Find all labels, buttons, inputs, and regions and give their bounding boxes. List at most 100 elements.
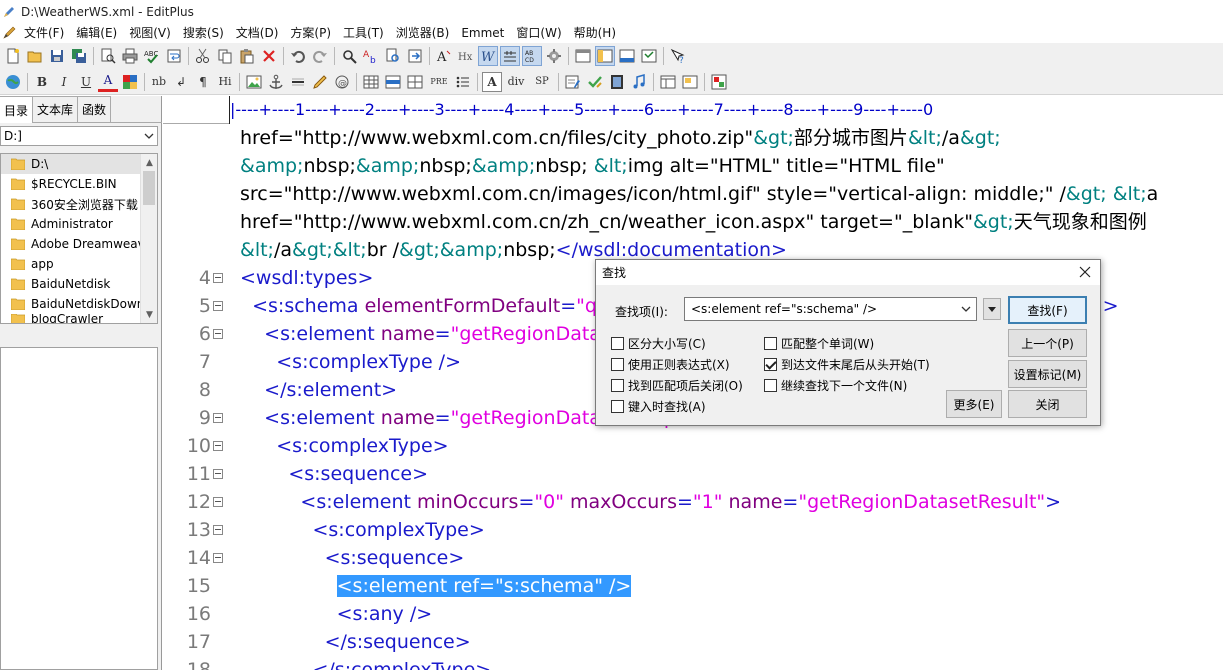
form-icon[interactable] xyxy=(563,72,583,92)
context-help-icon[interactable]: ? xyxy=(668,46,688,66)
paragraph-icon[interactable]: ¶ xyxy=(193,72,213,92)
code-line[interactable]: <s:element name="getRegionDataset"> xyxy=(240,320,654,348)
fold-toggle-icon[interactable] xyxy=(213,301,223,311)
table-icon[interactable] xyxy=(361,72,381,92)
close-on-match-checkbox[interactable]: 找到匹配项后关闭(O) xyxy=(611,377,743,394)
find-button[interactable]: 查找(F) xyxy=(1008,296,1087,324)
fold-toggle-icon[interactable] xyxy=(213,329,223,339)
code-line[interactable]: <s:element ref="s:schema" /> xyxy=(240,572,632,600)
folder-item[interactable]: $RECYCLE.BIN xyxy=(1,174,157,194)
menu-view[interactable]: 视图(V) xyxy=(123,24,177,41)
folder-tree-scrollbar[interactable]: ▲ ▼ xyxy=(140,154,157,323)
horizontal-rule-icon[interactable] xyxy=(288,72,308,92)
more-button[interactable]: 更多(E) xyxy=(946,390,1002,418)
folder-item[interactable]: D:\ xyxy=(1,154,157,174)
open-folder-icon[interactable] xyxy=(25,46,45,66)
replace-icon[interactable]: Ab xyxy=(361,46,381,66)
line-break-icon[interactable]: ↲ xyxy=(171,72,191,92)
code-line[interactable]: <wsdl:types> xyxy=(240,264,373,292)
font-color-icon[interactable]: A xyxy=(98,72,118,92)
scrollbar-thumb[interactable] xyxy=(143,171,155,205)
redo-icon[interactable] xyxy=(310,46,330,66)
menu-help[interactable]: 帮助(H) xyxy=(568,24,622,41)
folder-item[interactable]: Administrator xyxy=(1,214,157,234)
save-icon[interactable] xyxy=(47,46,67,66)
goto-line-icon[interactable] xyxy=(405,46,425,66)
code-line[interactable]: <s:any /> xyxy=(240,600,433,628)
find-what-input[interactable]: <s:element ref="s:schema" /> xyxy=(684,297,977,321)
preformatted-icon[interactable]: PRE xyxy=(427,72,451,92)
cliptext-window-icon[interactable] xyxy=(573,46,593,66)
folder-item[interactable]: blogCrawler xyxy=(1,314,157,323)
regex-helper-button[interactable] xyxy=(983,298,1001,320)
find-icon[interactable] xyxy=(339,46,359,66)
anchor-text-icon[interactable]: A xyxy=(482,71,502,92)
image-icon[interactable] xyxy=(244,72,264,92)
chevron-down-icon[interactable] xyxy=(958,301,974,317)
table-row-icon[interactable] xyxy=(383,72,403,92)
word-wrap-icon[interactable] xyxy=(164,46,184,66)
code-line[interactable]: <s:complexType> xyxy=(240,432,448,460)
menu-document[interactable]: 文档(D) xyxy=(230,24,285,41)
frame-icon[interactable] xyxy=(658,72,678,92)
fold-toggle-icon[interactable] xyxy=(213,469,223,479)
browser-globe-icon[interactable] xyxy=(3,72,23,92)
code-line[interactable]: <s:complexType /> xyxy=(240,348,461,376)
cut-icon[interactable] xyxy=(193,46,213,66)
code-line[interactable]: <s:sequence> xyxy=(240,460,428,488)
code-line[interactable]: href="http://www.webxml.com.cn/zh_cn/wea… xyxy=(240,208,1147,236)
underline-icon[interactable]: U xyxy=(76,72,96,92)
anchor-icon[interactable] xyxy=(266,72,286,92)
special-char-icon[interactable]: @ xyxy=(332,72,352,92)
match-case-checkbox[interactable]: 区分大小写(C) xyxy=(611,335,706,352)
fold-toggle-icon[interactable] xyxy=(213,553,223,563)
hex-view-icon[interactable]: Hx xyxy=(456,46,476,66)
menu-project[interactable]: 方案(P) xyxy=(284,24,337,41)
find-as-you-type-checkbox[interactable]: 键入时查找(A) xyxy=(611,398,706,415)
list-icon[interactable] xyxy=(453,72,473,92)
folder-item[interactable]: 360安全浏览器下载 xyxy=(1,194,157,214)
output-window-icon[interactable] xyxy=(617,46,637,66)
find-previous-button[interactable]: 上一个(P) xyxy=(1008,329,1087,357)
word-wrap-toggle-icon[interactable]: W xyxy=(478,46,498,66)
new-file-icon[interactable] xyxy=(3,46,23,66)
menu-emmet[interactable]: Emmet xyxy=(455,26,510,40)
menu-file[interactable]: 文件(F) xyxy=(18,24,70,41)
code-line[interactable]: src="http://www.webxml.com.cn/images/ico… xyxy=(240,180,1158,208)
html-toolbar-color-icon[interactable] xyxy=(709,72,729,92)
code-line[interactable]: </s:element> xyxy=(240,376,397,404)
menu-search[interactable]: 搜索(S) xyxy=(177,24,230,41)
fold-toggle-icon[interactable] xyxy=(213,525,223,535)
directory-window-icon[interactable] xyxy=(595,46,615,66)
find-in-files-icon[interactable] xyxy=(383,46,403,66)
check-validate-icon[interactable] xyxy=(585,72,605,92)
bold-icon[interactable]: B xyxy=(32,72,52,92)
heading-icon[interactable]: Hi xyxy=(215,72,235,92)
ruler-toggle-icon[interactable] xyxy=(500,46,520,66)
fold-toggle-icon[interactable] xyxy=(213,441,223,451)
close-icon[interactable] xyxy=(1076,263,1094,281)
drive-select[interactable]: D:] xyxy=(0,126,158,146)
table-cell-icon[interactable] xyxy=(405,72,425,92)
layer-icon[interactable] xyxy=(680,72,700,92)
menu-tools[interactable]: 工具(T) xyxy=(337,24,390,41)
menu-edit[interactable]: 编辑(E) xyxy=(70,24,123,41)
code-line[interactable]: </s:sequence> xyxy=(240,628,471,656)
code-line[interactable]: href="http://www.webxml.com.cn/files/cit… xyxy=(240,124,1001,152)
spell-check-icon[interactable]: ABC xyxy=(142,46,162,66)
menu-browser[interactable]: 浏览器(B) xyxy=(390,24,456,41)
font-icon[interactable]: A xyxy=(434,46,454,66)
copy-icon[interactable] xyxy=(215,46,235,66)
folder-item[interactable]: app xyxy=(1,254,157,274)
color-picker-icon[interactable] xyxy=(120,72,140,92)
menu-window[interactable]: 窗口(W) xyxy=(510,24,567,41)
code-line[interactable]: &amp;nbsp;&amp;nbsp;&amp;nbsp; &lt;img a… xyxy=(240,152,945,180)
undo-icon[interactable] xyxy=(288,46,308,66)
fold-toggle-icon[interactable] xyxy=(213,413,223,423)
tab-directory[interactable]: 目录 xyxy=(0,96,34,123)
folder-tree[interactable]: D:\ $RECYCLE.BIN 360安全浏览器下载 Administrato… xyxy=(0,153,158,324)
line-number-toggle-icon[interactable]: AB CD xyxy=(522,46,542,66)
fold-toggle-icon[interactable] xyxy=(213,273,223,283)
div-icon[interactable]: div xyxy=(504,72,528,92)
close-button[interactable]: 关闭 xyxy=(1008,390,1087,418)
